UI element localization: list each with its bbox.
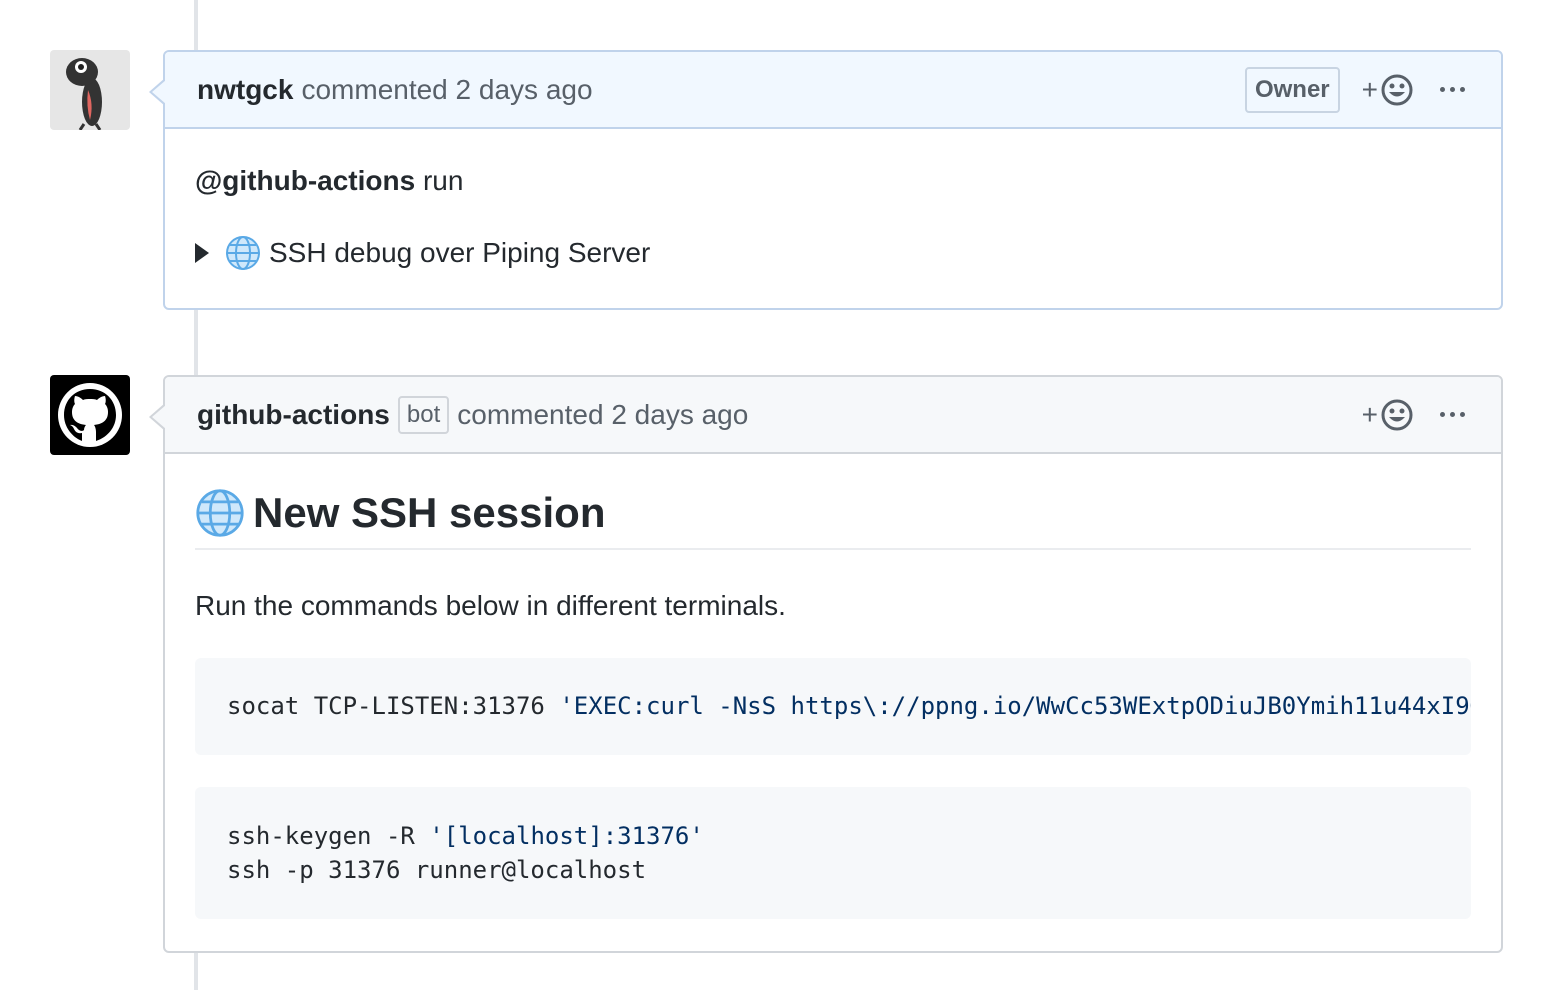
add-reaction-button[interactable]: + xyxy=(1362,398,1414,432)
code-plain: socat TCP-LISTEN:31376 xyxy=(227,692,560,720)
comment-text-run: run xyxy=(415,165,464,196)
avatar-nwtgck[interactable] xyxy=(50,50,130,130)
issue-timeline: nwtgck commented 2 days ago Owner + @git… xyxy=(0,0,1550,990)
session-description: Run the commands below in different term… xyxy=(195,590,786,621)
comment-caret xyxy=(149,78,166,106)
smiley-icon xyxy=(1381,399,1413,430)
comment-author[interactable]: github-actions xyxy=(197,399,390,431)
comment-bot: github-actions bot commented 2 days ago … xyxy=(149,375,1503,953)
session-heading: New SSH session xyxy=(195,488,1471,550)
comment-body: @github-actions run SSH debug over Pipin… xyxy=(165,129,1501,301)
comment-header: nwtgck commented 2 days ago Owner + xyxy=(165,52,1501,129)
owner-badge: Owner xyxy=(1244,66,1340,113)
code-plain: ssh-keygen -R xyxy=(227,822,430,850)
plus-sign: + xyxy=(1361,73,1378,105)
globe-icon xyxy=(196,489,244,537)
smiley-icon xyxy=(1381,74,1413,105)
comment-owner: nwtgck commented 2 days ago Owner + @git… xyxy=(149,50,1503,310)
disclosure-triangle-icon[interactable] xyxy=(195,243,209,263)
session-heading-text: New SSH session xyxy=(253,489,606,536)
code-string: '[localhost]:31376' xyxy=(429,822,704,850)
kebab-menu-icon[interactable] xyxy=(1436,87,1469,92)
details-summary-text: SSH debug over Piping Server xyxy=(269,237,651,268)
comment-caret xyxy=(149,403,166,431)
comment-timestamp[interactable]: commented 2 days ago xyxy=(301,74,592,106)
code-string: 'EXEC:curl -NsS https\://ppng.io/WwCc53W… xyxy=(559,692,1471,720)
globe-icon xyxy=(226,236,260,270)
code-line: ssh -p 31376 runner@localhost xyxy=(227,856,647,884)
user-mention[interactable]: @github-actions xyxy=(195,165,415,196)
kebab-menu-icon[interactable] xyxy=(1436,412,1469,417)
comment-author[interactable]: nwtgck xyxy=(197,74,293,106)
comment-text: @github-actions run xyxy=(195,165,1471,197)
code-block-socat[interactable]: socat TCP-LISTEN:31376 'EXEC:curl -NsS h… xyxy=(195,658,1471,755)
comment-body: New SSH session Run the commands below i… xyxy=(165,454,1501,949)
plus-sign: + xyxy=(1361,398,1378,430)
comment-timestamp[interactable]: commented 2 days ago xyxy=(457,399,748,431)
avatar-github-actions[interactable] xyxy=(50,375,130,455)
code-block-ssh[interactable]: ssh-keygen -R '[localhost]:31376' ssh -p… xyxy=(195,787,1471,919)
lizard-avatar-icon xyxy=(66,58,102,130)
comment-header: github-actions bot commented 2 days ago … xyxy=(165,377,1501,454)
github-octocat-icon xyxy=(58,383,122,447)
add-reaction-button[interactable]: + xyxy=(1362,73,1414,107)
bot-badge: bot xyxy=(397,395,450,434)
details-summary[interactable]: SSH debug over Piping Server xyxy=(195,235,1471,271)
